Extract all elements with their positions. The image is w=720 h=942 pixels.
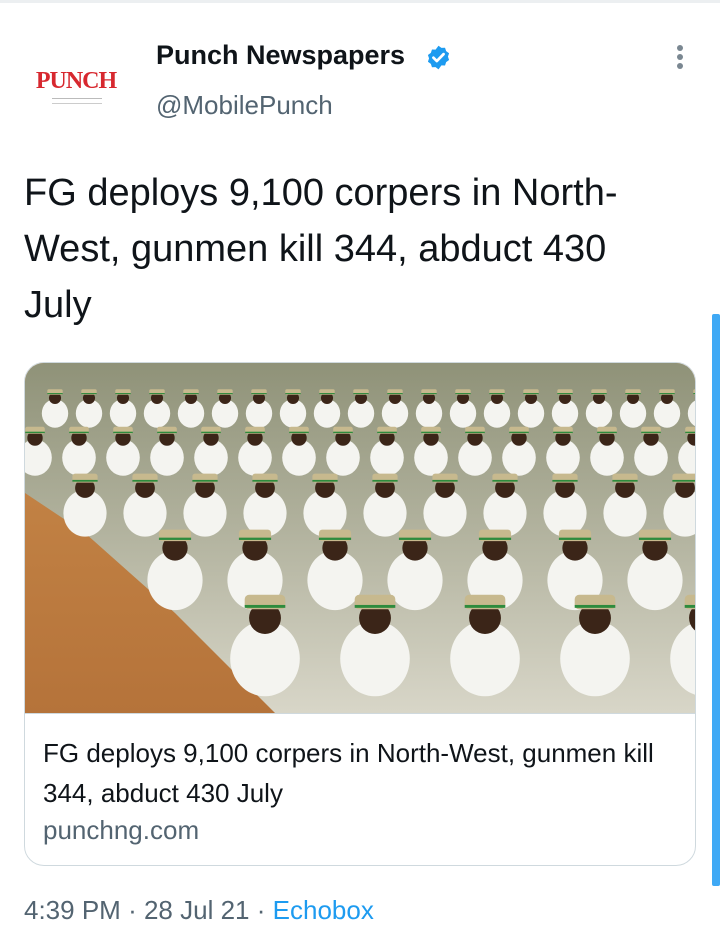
- more-options-icon[interactable]: [666, 42, 694, 74]
- link-card-image: [25, 363, 695, 714]
- tweet-time[interactable]: 4:39 PM: [24, 895, 121, 925]
- tweet-text: FG deploys 9,100 corpers in North-West, …: [24, 172, 618, 326]
- verified-icon: [427, 45, 450, 70]
- avatar[interactable]: PUNCH: [24, 42, 128, 146]
- author-handle[interactable]: @MobilePunch: [156, 90, 333, 121]
- logo-tagline: [52, 98, 102, 104]
- meta-separator: ·: [256, 895, 266, 925]
- tweet-source[interactable]: Echobox: [273, 895, 374, 925]
- scrollbar[interactable]: [712, 314, 720, 886]
- tweet-meta: 4:39 PM · 28 Jul 21 · Echobox: [24, 895, 374, 926]
- link-card[interactable]: FG deploys 9,100 corpers in North-West, …: [24, 362, 696, 866]
- author-name[interactable]: Punch Newspapers: [156, 40, 405, 71]
- punch-logo: PUNCH: [35, 68, 117, 94]
- meta-separator: ·: [128, 895, 137, 925]
- tweet-date[interactable]: 28 Jul 21: [144, 895, 250, 925]
- link-card-title: FG deploys 9,100 corpers in North-West, …: [43, 738, 654, 808]
- top-divider: [0, 0, 720, 3]
- link-card-domain: punchng.com: [43, 815, 200, 845]
